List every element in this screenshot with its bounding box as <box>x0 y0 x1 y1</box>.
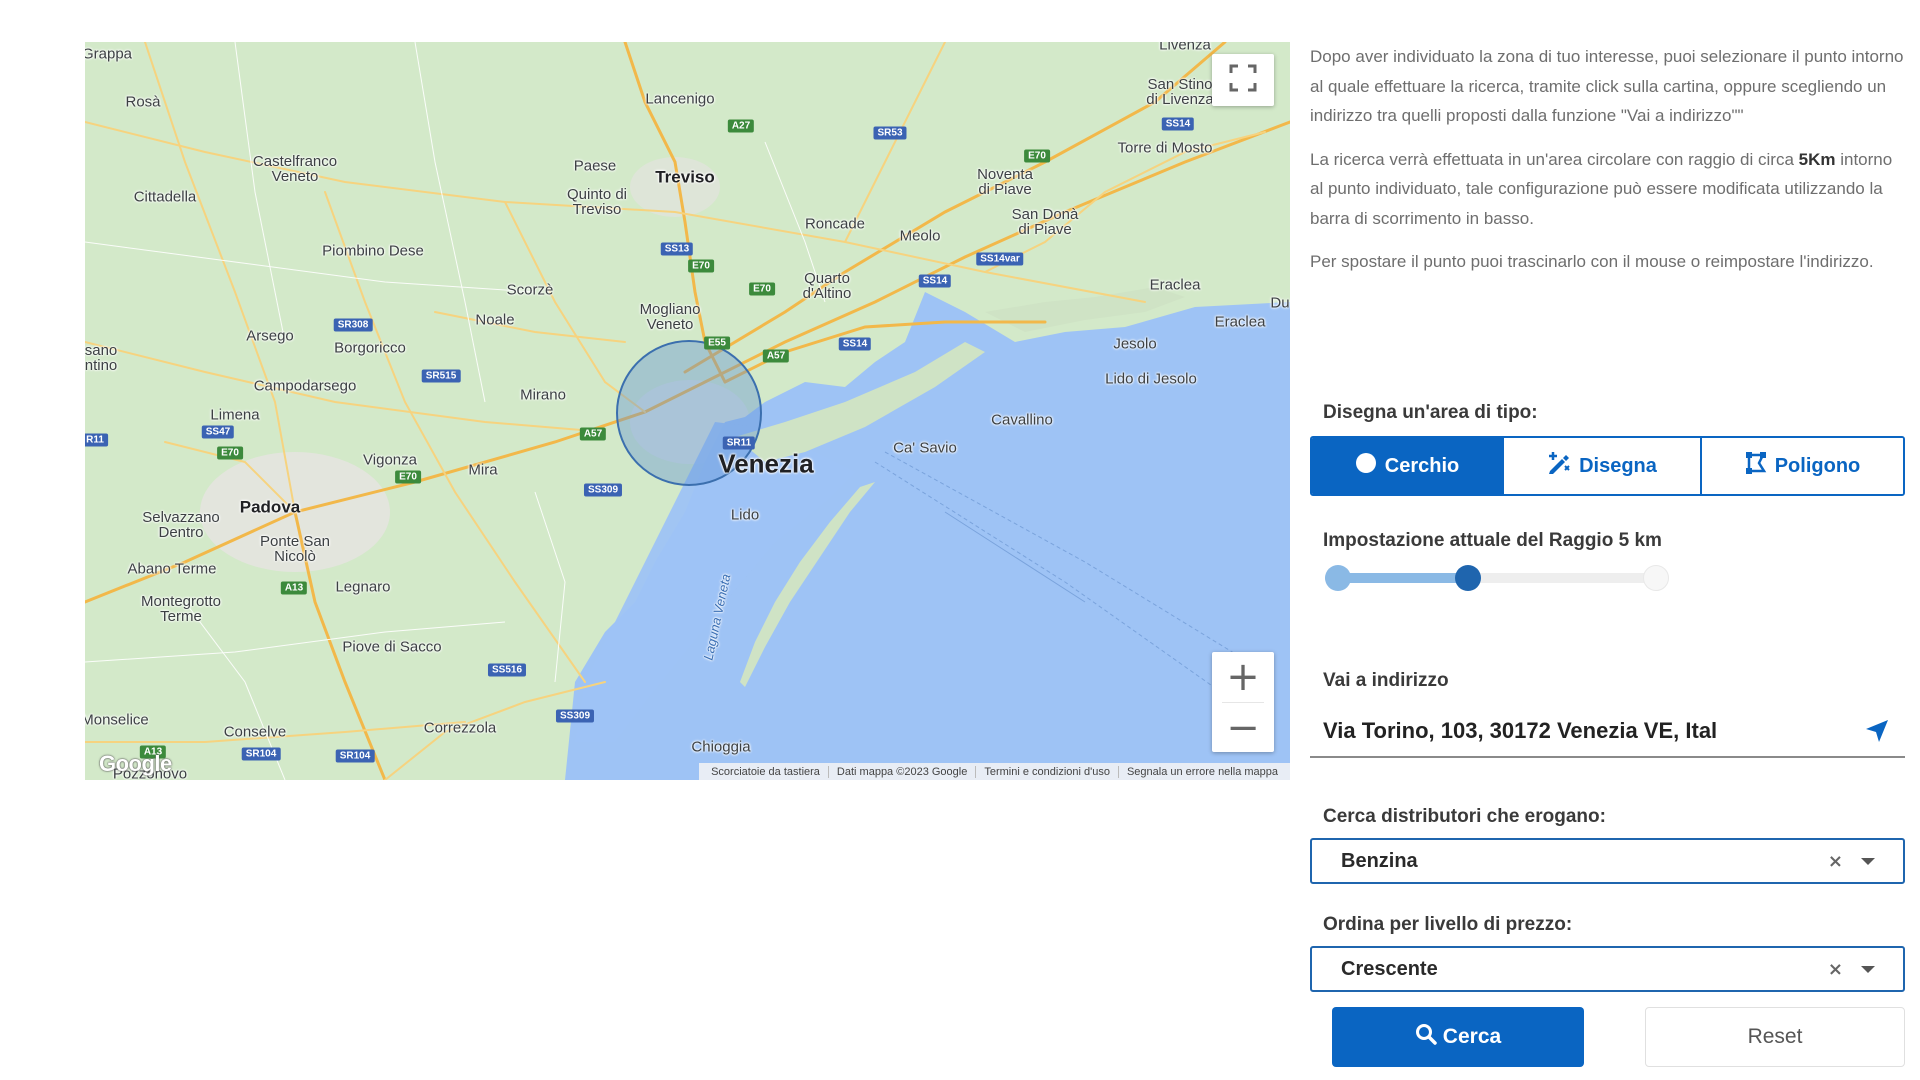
road-shield: SR11 <box>722 436 756 450</box>
map-footer: Scorciatoie da tastiera Dati mappa ©2023… <box>699 763 1290 780</box>
zoom-out-button[interactable]: − <box>1212 703 1274 753</box>
shape-circle-label: Cerchio <box>1384 454 1460 477</box>
draw-area-label: Disegna un'area di tipo: <box>1323 402 1538 423</box>
radius-highlight: 5Km <box>1798 149 1836 169</box>
road-shield: E70 <box>1024 149 1050 163</box>
map-data-credit: Dati mappa ©2023 Google <box>827 765 975 778</box>
road-shield: E70 <box>749 282 775 296</box>
road-shield: A57 <box>762 349 790 363</box>
radius-slider[interactable] <box>1325 564 1669 594</box>
fullscreen-button[interactable] <box>1212 54 1274 106</box>
road-shield: SS14 <box>838 337 872 351</box>
search-icon <box>1415 1023 1437 1051</box>
road-shield: E55 <box>704 336 730 350</box>
instructions-text-1: Dopo aver individuato la zona di tuo int… <box>1310 47 1904 125</box>
shape-polygon-label: Poligono <box>1774 454 1861 477</box>
shape-circle-button[interactable]: Cerchio <box>1312 438 1504 494</box>
google-logo: Google <box>99 751 172 776</box>
order-clear-icon[interactable]: × <box>1828 959 1843 980</box>
fuel-label: Cerca distributori che erogano: <box>1323 806 1606 827</box>
circle-icon <box>1355 452 1377 480</box>
order-label: Ordina per livello di prezzo: <box>1323 914 1573 935</box>
road-shield: E70 <box>217 446 243 460</box>
road-shield: E70 <box>688 259 714 273</box>
shape-draw-label: Disegna <box>1579 454 1657 477</box>
road-shield: SS516 <box>487 663 527 677</box>
zoom-control: + − <box>1212 652 1274 752</box>
road-shield: A27 <box>727 119 755 133</box>
road-shield: SS14var <box>976 252 1024 266</box>
fuel-select[interactable]: Benzina × <box>1310 838 1905 884</box>
instructions-text-3: Per spostare il punto puoi trascinarlo c… <box>1310 252 1874 271</box>
map-base[interactable] <box>85 42 1290 780</box>
terms-link[interactable]: Termini e condizioni d'uso <box>975 765 1118 778</box>
shape-draw-button[interactable]: Disegna <box>1504 438 1702 494</box>
road-shield: SR53 <box>873 126 907 140</box>
chevron-down-icon[interactable] <box>1861 965 1875 973</box>
slider-handle[interactable] <box>1455 565 1481 591</box>
instructions-text-2: La ricerca verrà effettuata in un'area c… <box>1310 149 1893 228</box>
road-shield: SS47 <box>201 425 235 439</box>
shape-selector: Cerchio Disegna Poligono <box>1310 436 1905 496</box>
order-select[interactable]: Crescente × <box>1310 946 1905 992</box>
road-shield: SR104 <box>335 749 375 763</box>
road-shield: SR104 <box>241 747 281 761</box>
slider-max-handle <box>1643 565 1669 591</box>
report-error-link[interactable]: Segnala un errore nella mappa <box>1117 765 1286 778</box>
search-button[interactable]: Cerca <box>1332 1007 1584 1067</box>
fullscreen-icon <box>1228 63 1258 98</box>
order-select-value: Crescente <box>1341 957 1438 980</box>
reset-button[interactable]: Reset <box>1645 1007 1905 1067</box>
chevron-down-icon[interactable] <box>1861 857 1875 865</box>
address-label: Vai a indirizzo <box>1323 670 1449 691</box>
road-shield: R11 <box>85 433 108 447</box>
instructions: Dopo aver individuato la zona di tuo int… <box>1310 42 1905 277</box>
road-shield: SS309 <box>555 709 595 723</box>
slider-min-handle <box>1325 565 1351 591</box>
road-shield: SR308 <box>333 318 373 332</box>
fuel-select-value: Benzina <box>1341 849 1418 872</box>
road-shield: E70 <box>395 470 421 484</box>
address-field <box>1310 706 1905 758</box>
road-shield: SS14 <box>1161 117 1195 131</box>
zoom-in-button[interactable]: + <box>1212 652 1274 702</box>
address-input[interactable] <box>1310 718 1857 744</box>
road-shield: SS14 <box>918 274 952 288</box>
location-arrow-icon[interactable] <box>1857 711 1897 751</box>
keyboard-shortcuts-link[interactable]: Scorciatoie da tastiera <box>703 766 828 778</box>
road-shield: SS13 <box>660 242 694 256</box>
shape-polygon-button[interactable]: Poligono <box>1702 438 1903 494</box>
road-shield: SS309 <box>583 483 623 497</box>
draw-icon <box>1547 452 1571 480</box>
road-shield: A57 <box>579 427 607 441</box>
radius-label: Impostazione attuale del Raggio 5 km <box>1323 530 1662 551</box>
fuel-clear-icon[interactable]: × <box>1828 851 1843 872</box>
road-shield: SR515 <box>421 369 461 383</box>
map[interactable]: Grappa Rosà Lancenigo Castelfranco Veneto Pa… <box>85 42 1290 780</box>
road-shield: A13 <box>280 581 308 595</box>
search-panel: Dopo aver individuato la zona di tuo int… <box>1310 42 1905 992</box>
polygon-icon <box>1745 452 1767 480</box>
search-button-label: Cerca <box>1442 1025 1502 1048</box>
